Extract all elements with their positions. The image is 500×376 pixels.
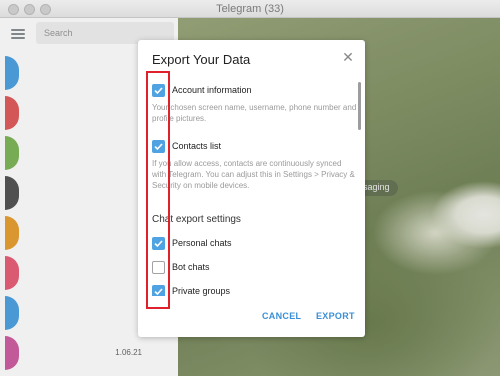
- option-description: Your chosen screen name, username, phone…: [152, 103, 357, 123]
- option-label: Account information: [172, 85, 252, 95]
- window-title: Telegram (33): [216, 3, 284, 15]
- dialog-footer: CANCEL EXPORT: [138, 297, 365, 337]
- dialog-title: Export Your Data: [152, 52, 251, 67]
- option-label: Contacts list: [172, 141, 222, 151]
- export-data-dialog: Export Your Data ✕ Account information Y…: [138, 40, 365, 337]
- window-titlebar: Telegram (33): [0, 0, 500, 18]
- highlight-annotation: [146, 71, 170, 309]
- dialog-scroll-area[interactable]: Account information Your chosen screen n…: [138, 78, 365, 296]
- option-label: Personal chats: [172, 238, 232, 248]
- cancel-button[interactable]: CANCEL: [262, 311, 301, 321]
- option-description: If you allow access, contacts are contin…: [152, 159, 355, 190]
- export-button[interactable]: EXPORT: [316, 311, 355, 321]
- close-icon[interactable]: ✕: [341, 50, 355, 64]
- scrollbar[interactable]: [358, 82, 361, 130]
- option-label: Private groups: [172, 286, 231, 296]
- option-label: Bot chats: [172, 262, 210, 272]
